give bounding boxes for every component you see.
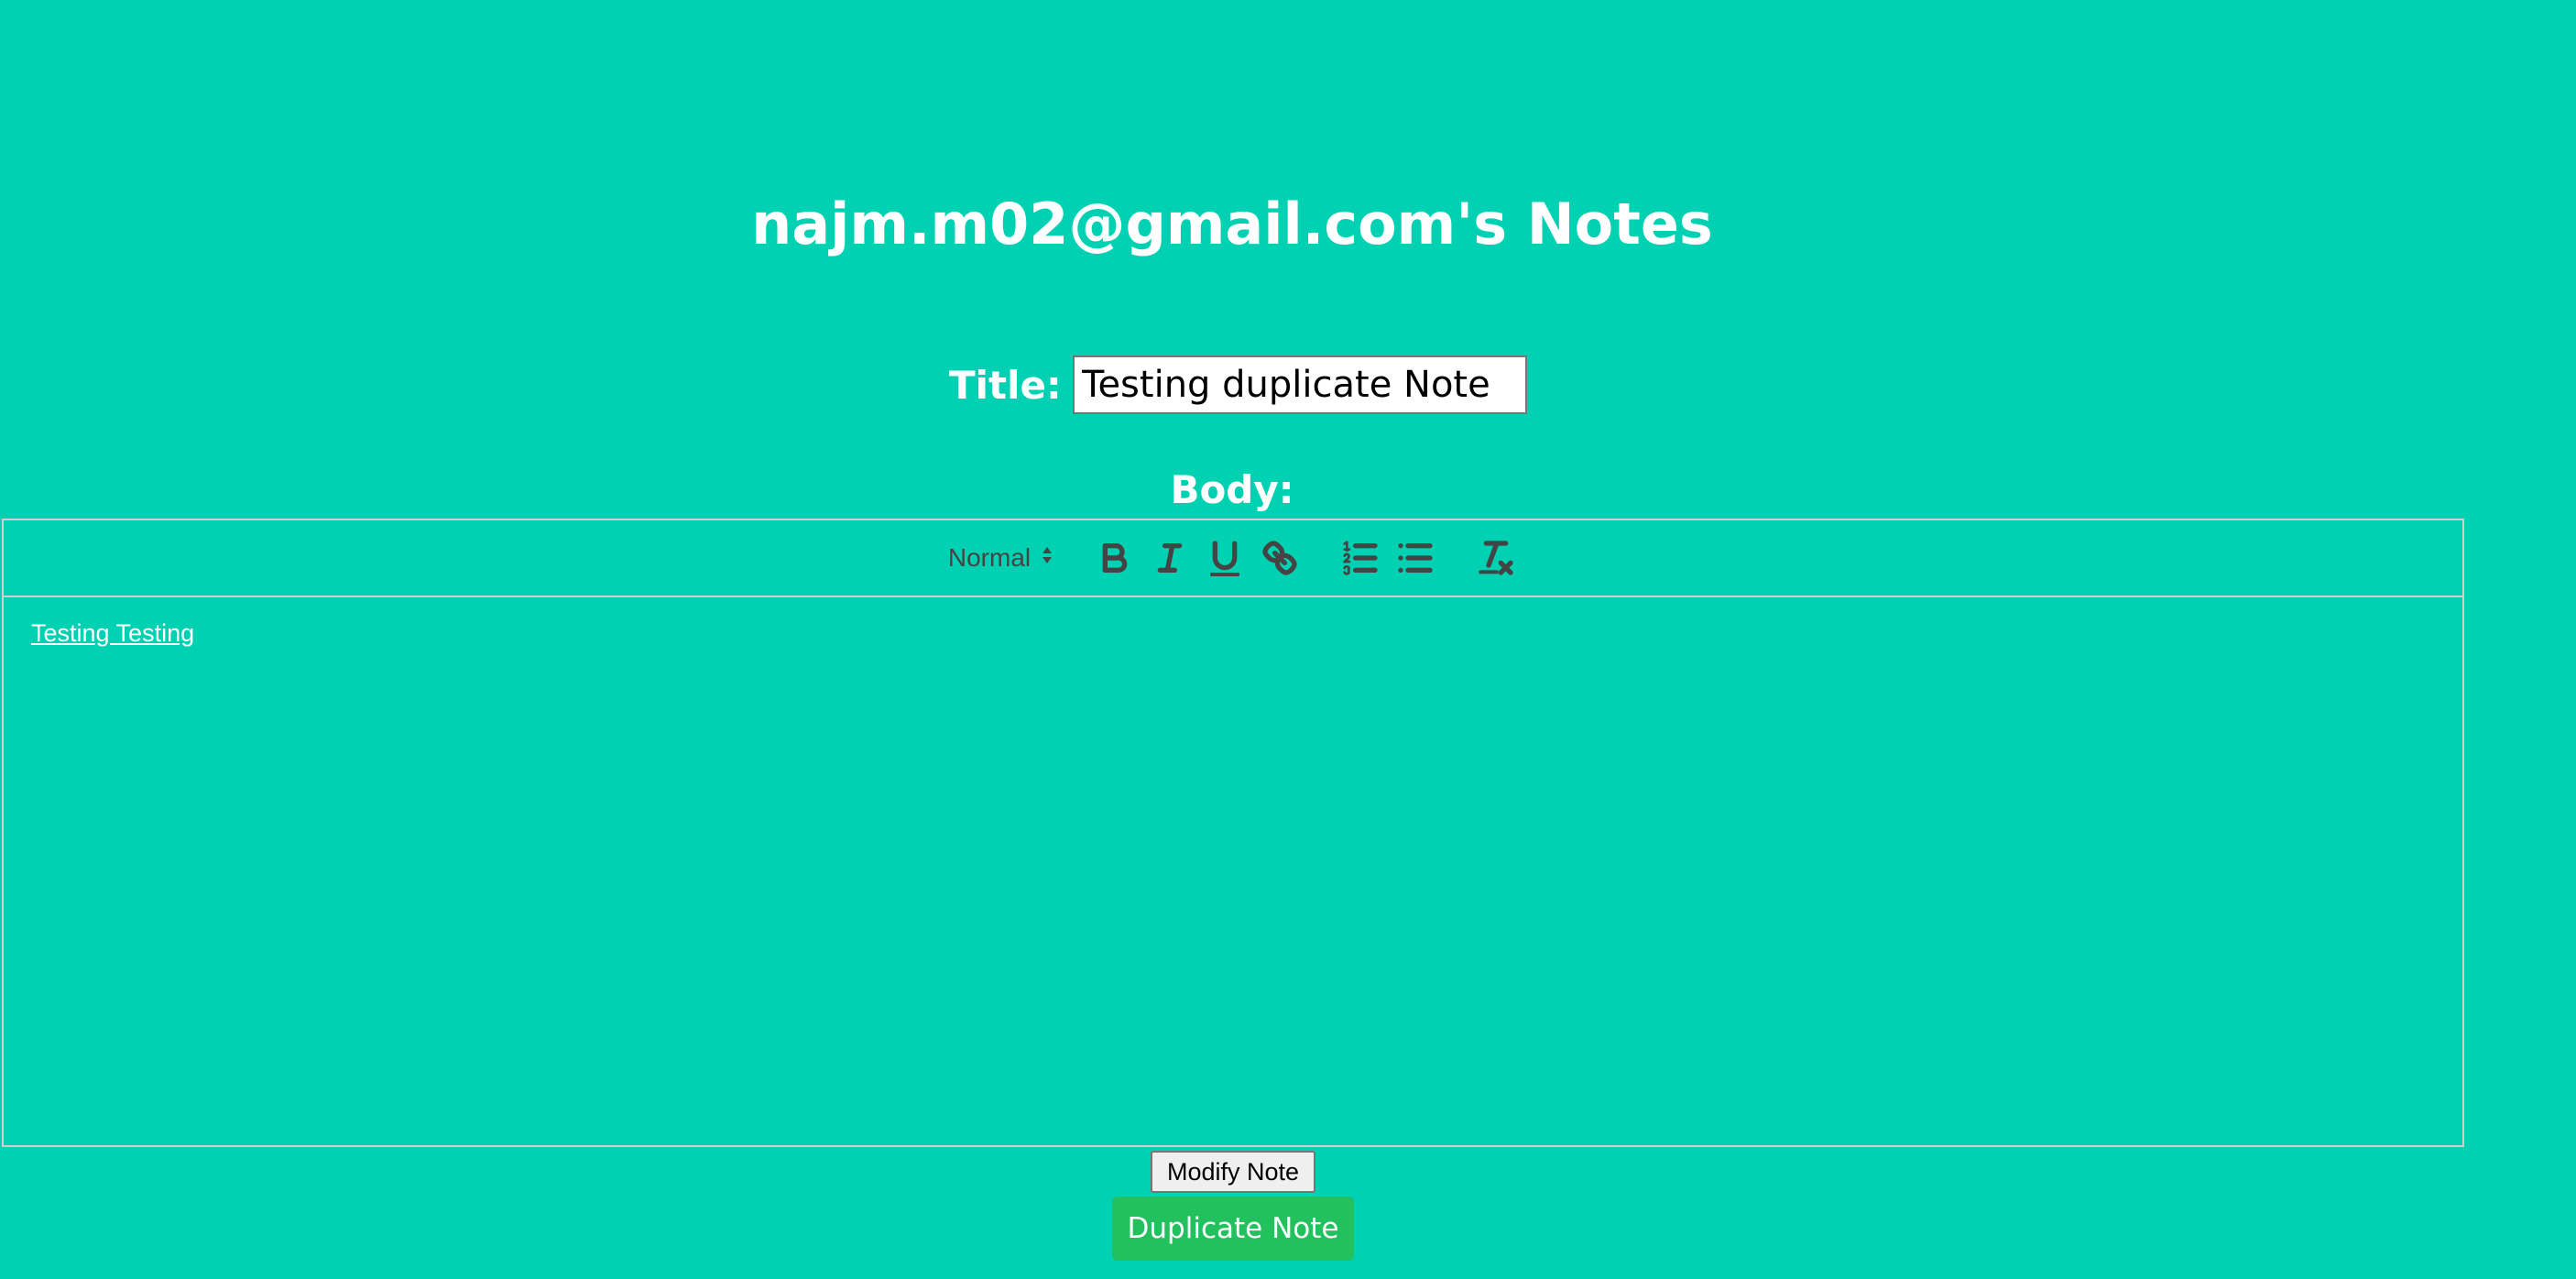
page-title: najm.m02@gmail.com's Notes bbox=[751, 191, 1713, 257]
ordered-list-button[interactable] bbox=[1338, 536, 1382, 580]
formatting-group bbox=[1093, 536, 1302, 580]
clean-group bbox=[1474, 536, 1518, 580]
link-icon bbox=[1258, 536, 1302, 580]
modify-note-button[interactable]: Modify Note bbox=[1151, 1151, 1315, 1193]
underline-button[interactable] bbox=[1203, 536, 1247, 580]
body-label: Body: bbox=[1170, 467, 1294, 512]
link-button[interactable] bbox=[1258, 536, 1302, 580]
title-label: Title: bbox=[949, 362, 1062, 408]
italic-icon bbox=[1148, 536, 1192, 580]
duplicate-note-button[interactable]: Duplicate Note bbox=[1112, 1197, 1354, 1261]
header-format-select[interactable]: Normal bbox=[948, 543, 1053, 573]
header-format-label: Normal bbox=[947, 543, 1031, 572]
editor-body-text[interactable]: Testing Testing bbox=[31, 619, 2435, 648]
clear-format-icon bbox=[1474, 536, 1518, 580]
ordered-list-icon bbox=[1338, 536, 1382, 580]
editor-toolbar: Normal bbox=[4, 520, 2462, 597]
underline-icon bbox=[1203, 536, 1247, 580]
list-group bbox=[1338, 536, 1437, 580]
select-arrows-icon bbox=[1042, 543, 1053, 573]
title-input[interactable] bbox=[1072, 355, 1527, 414]
editor-content-area[interactable]: Testing Testing bbox=[4, 597, 2462, 666]
bold-icon bbox=[1093, 536, 1137, 580]
italic-button[interactable] bbox=[1148, 536, 1192, 580]
bullet-list-button[interactable] bbox=[1393, 536, 1437, 580]
clear-format-button[interactable] bbox=[1474, 536, 1518, 580]
bullet-list-icon bbox=[1393, 536, 1437, 580]
title-row: Title: bbox=[949, 353, 1527, 417]
rich-text-editor: Normal Testing Testing bbox=[2, 519, 2464, 1147]
bold-button[interactable] bbox=[1093, 536, 1137, 580]
